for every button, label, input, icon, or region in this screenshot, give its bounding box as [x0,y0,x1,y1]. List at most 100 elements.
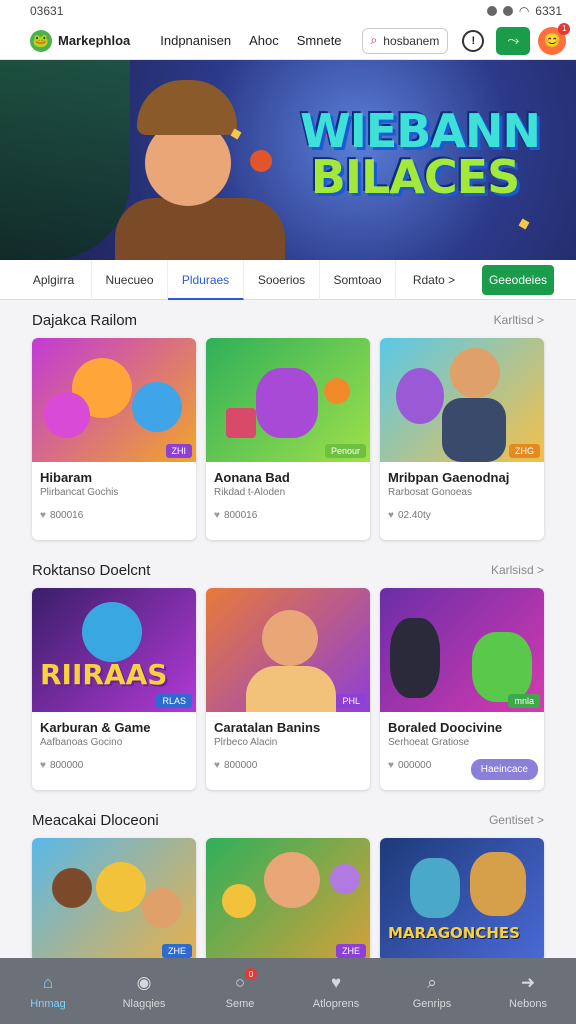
card-title: Boraled Doocivine [388,720,503,735]
notification-icon [486,6,497,16]
bottom-nav-badge: 0 [245,968,257,980]
nav-links: Indpnanisen Ahoc Smnete [160,33,341,48]
section-see-all-link[interactable]: Karlsisd > [491,563,544,577]
tab-1[interactable]: Aplgirra [16,259,92,300]
hero-banner[interactable]: WIEBANN BILACES [0,60,576,260]
confetti [518,218,530,230]
tab-4[interactable]: Sooerios [244,259,320,300]
card-action-button[interactable]: Haeincace [470,759,538,780]
status-battery: 6331 [535,4,562,18]
heart-icon: ♥ [40,510,46,521]
card-meta: 800000 [49,760,84,771]
bottom-nav-item-2[interactable]: ◉ Nlagqies [104,972,184,1010]
brand-name[interactable]: Markephloa [58,33,130,48]
game-card[interactable]: PHL Caratalan Banins Plrbeco Alacin ♥ 800… [206,588,370,790]
section-title: Meacakai Dloceoni [32,811,159,829]
heart-icon: ♥ [214,760,220,771]
bottom-nav-label: Seme [225,998,255,1010]
card-tag: RLAS [156,694,192,708]
game-thumbnail: ZHE [206,838,370,962]
game-thumbnail: ZHE [32,838,196,962]
card-meta: 02.40ty [397,510,431,521]
card-title: Aonana Bad [214,470,290,485]
tab-3-active[interactable]: Plduraes [168,259,244,300]
nav-link-3[interactable]: Smnete [297,33,342,48]
search-input[interactable]: ⌕ hosbanem [361,27,449,54]
category-tabs: Aplgirra Nuecueo Plduraes Sooerios Somto… [0,259,576,300]
card-subtitle: Plirbancat Gochis [40,487,119,498]
nav-link-2[interactable]: Ahoc [249,33,279,48]
card-tag: Penour [324,444,366,458]
game-card[interactable]: ZHE [32,838,196,962]
tabs-cta-button[interactable]: Geeodeies [482,264,554,295]
game-thumbnail: ZHG [380,338,544,462]
avatar-face-icon: 😊 [543,32,562,48]
tab-5[interactable]: Somtoao [320,259,396,300]
card-title: Mribpan Gaenodnaj [388,470,510,485]
card-subtitle: Rarbosat Gonoeas [388,487,472,498]
section-see-all-link[interactable]: Karltisd > [494,313,544,327]
share-icon: ⤳ [507,32,520,49]
card-tag: ZHE [162,944,192,958]
game-thumbnail: mnla [380,588,544,712]
nav-link-1[interactable]: Indpnanisen [160,33,231,48]
game-card[interactable]: Penour Aonana Bad Rikdad t-Aloden ♥ 80001… [206,338,370,540]
heart-icon: ♥ [40,760,46,771]
section-1: Dajakca Railom Karltisd > ZHI Hibaram Pl… [0,302,576,540]
bottom-nav-item-6[interactable]: ➜ Nebons [488,972,568,1010]
bottom-nav-item-5[interactable]: ⌕ Genrips [392,972,472,1010]
bottom-nav-label: Atloprens [312,998,360,1010]
card-meta: 000000 [397,760,432,771]
game-card[interactable]: ZHE [206,838,370,962]
section-3: Meacakai Dloceoni Gentiset > ZHE ZHE MAR… [0,802,576,962]
card-tag: ZHI [165,444,192,458]
tab-2[interactable]: Nuecueo [92,259,168,300]
search-value: hosbanem [383,33,440,48]
game-card[interactable]: MARAGONCHES [380,838,544,962]
search-icon: ⌕ [427,973,437,992]
game-card[interactable]: ZHI Hibaram Plirbancat Gochis ♥ 800016 [32,338,196,540]
heart-icon: ♥ [388,760,394,771]
game-thumbnail: RIIRAAS RLAS [32,588,196,712]
card-tag: ZHE [336,944,366,958]
heart-icon: ♥ [214,510,220,521]
bottom-nav-label: Hnmag [30,998,66,1010]
info-icon[interactable]: ! [462,29,485,52]
location-icon [502,6,513,16]
card-subtitle: Rikdad t-Aloden [214,487,286,498]
card-title: Hibaram [40,470,93,485]
card-title: Caratalan Banins [214,720,321,735]
brand-logo-icon[interactable]: 🐸 [30,29,52,52]
bottom-nav-home[interactable]: ⌂ Hnmag [8,972,88,1010]
heart-icon: ♥ [388,510,394,521]
status-bar: 03631 ◠ 6331 [0,0,576,22]
card-title: Karburan & Game [40,720,151,735]
hero-title: WIEBANN BILACES [300,108,541,200]
thumb-art-text: RIIRAAS [40,658,168,691]
game-thumbnail: PHL [206,588,370,712]
game-thumbnail: MARAGONCHES [380,838,544,962]
hero-jungle-background [0,60,130,260]
section-title: Dajakca Railom [32,311,138,329]
section-see-all-link[interactable]: Gentiset > [489,813,544,827]
section-2: Roktanso Doelcnt Karlsisd > RIIRAAS RLAS… [0,552,576,790]
card-subtitle: Plrbeco Alacin [214,737,278,748]
top-nav: 🐸 Markephloa Indpnanisen Ahoc Smnete ⌕ h… [0,22,576,60]
search-badge-icon: ◉ [136,973,152,992]
bottom-nav-label: Genrips [412,998,452,1010]
game-card[interactable]: RIIRAAS RLAS Karburan & Game Aafbanoas G… [32,588,196,790]
card-tag: mnla [508,694,540,708]
card-tag: PHL [336,694,366,708]
bottom-nav-item-3[interactable]: ○ 0 Seme [200,968,280,1010]
home-icon: ⌂ [42,973,54,992]
bottom-nav-label: Nebons [509,998,547,1010]
tab-6-more[interactable]: Rdato > [396,260,472,300]
hero-balloon [250,150,272,172]
share-button[interactable]: ⤳ [496,26,531,55]
avatar[interactable]: 😊 1 [538,22,571,55]
heart-icon: ♥ [330,973,342,992]
game-card[interactable]: ZHG Mribpan Gaenodnaj Rarbosat Gonoeas ♥… [380,338,544,540]
game-thumbnail: Penour [206,338,370,462]
game-card[interactable]: mnla Boraled Doocivine Serhoeat Gratiose… [380,588,544,790]
bottom-nav-item-4[interactable]: ♥ Atloprens [296,972,376,1010]
